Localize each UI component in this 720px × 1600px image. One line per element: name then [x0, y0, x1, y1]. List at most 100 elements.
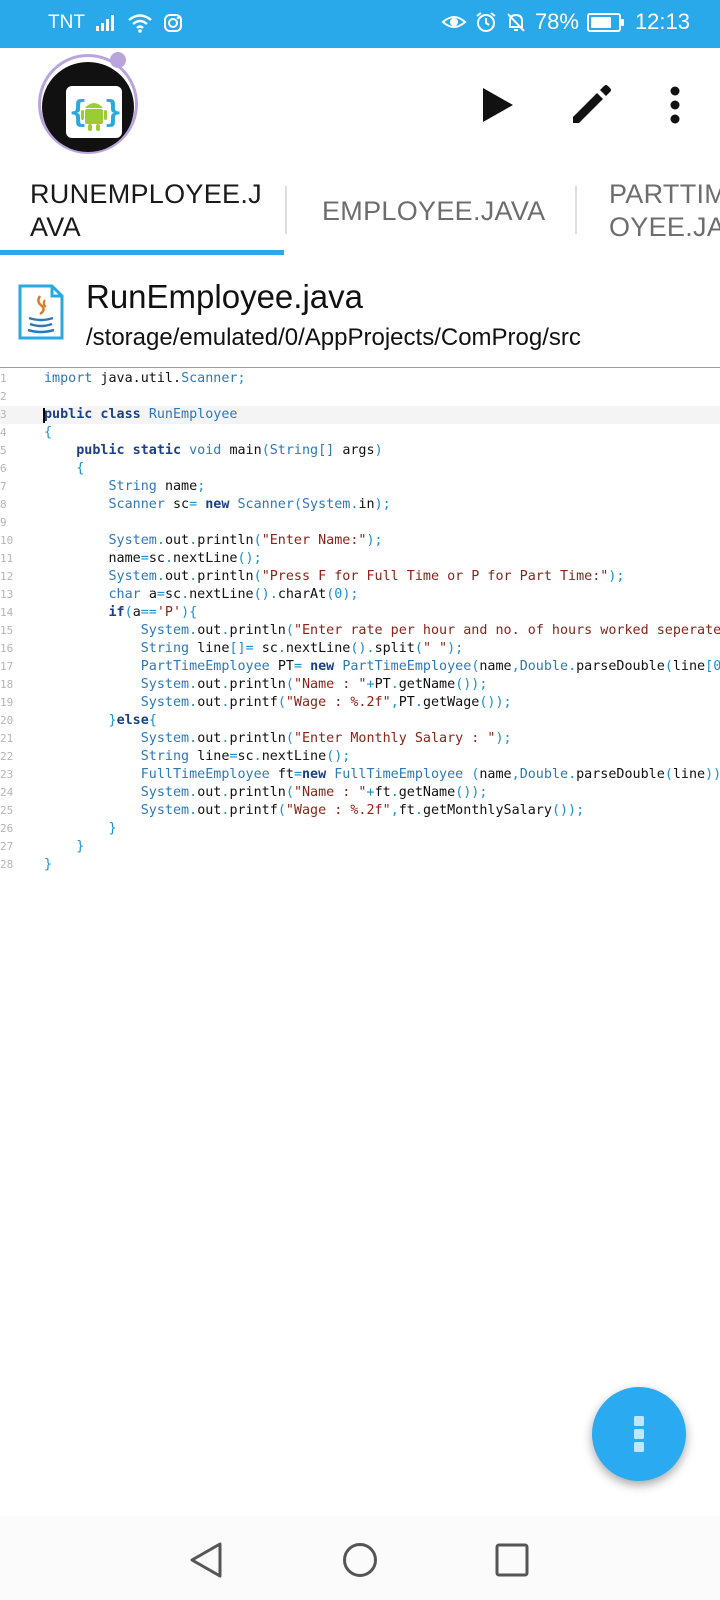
code-text: System.out.printf("Wage : %.2f",ft.getMo… — [140, 803, 585, 818]
floating-action-button[interactable] — [592, 1387, 686, 1481]
line-number: 25 — [0, 804, 14, 817]
code-text: String line[]= sc.nextLine().split(" "); — [140, 641, 464, 656]
edit-button[interactable] — [564, 78, 618, 132]
recents-icon — [495, 1543, 529, 1577]
run-button[interactable] — [470, 78, 524, 132]
line-number: 7 — [0, 480, 7, 493]
carrier-label: TNT — [48, 12, 85, 33]
battery-percent: 78% — [534, 9, 579, 34]
code-text: { — [44, 425, 53, 440]
line-number: 18 — [0, 678, 14, 691]
battery-icon — [586, 12, 624, 32]
file-path: /storage/emulated/0/AppProjects/ComProg/… — [86, 324, 581, 351]
code-line: 16 String line[]= sc.nextLine().split(" … — [0, 640, 720, 658]
line-number: 5 — [0, 444, 7, 457]
file-name: RunEmployee.java — [86, 278, 363, 315]
run-icon — [483, 88, 513, 122]
code-text: FullTimeEmployee ft=new FullTimeEmployee… — [140, 767, 720, 782]
tab-divider — [575, 186, 577, 234]
line-number: 24 — [0, 786, 14, 799]
code-text: Scanner sc= new Scanner(System.in); — [108, 497, 391, 512]
tab-label-line1: EMPLOYEE.JAVA — [322, 195, 546, 226]
code-line: 8 Scanner sc= new Scanner(System.in); — [0, 496, 720, 514]
line-number: 14 — [0, 606, 14, 619]
line-number: 15 — [0, 624, 14, 637]
code-line: 14 if(a=='P'){ — [0, 604, 720, 622]
tab-label-line2: OYEE.JA — [609, 212, 720, 242]
line-number: 26 — [0, 822, 14, 835]
battery-fill — [590, 16, 611, 28]
line-number: 10 — [0, 534, 14, 547]
code-line: 15 System.out.println("Enter rate per ho… — [0, 622, 720, 640]
code-text: char a=sc.nextLine().charAt(0); — [108, 587, 359, 602]
status-left: TNT — [48, 12, 183, 34]
code-line: 1 import java.util.Scanner; — [0, 370, 720, 388]
line-number: 22 — [0, 750, 14, 763]
line-number: 23 — [0, 768, 14, 781]
more-options-button[interactable] — [648, 78, 702, 132]
code-text: }else{ — [108, 713, 157, 728]
code-line: 19 System.out.printf("Wage : %.2f",PT.ge… — [0, 694, 720, 712]
recents-button[interactable] — [490, 1538, 534, 1582]
code-editor[interactable]: 1 import java.util.Scanner; 2 3 public cla… — [0, 370, 720, 874]
line-number: 2 — [0, 390, 7, 403]
code-line: 6 { — [0, 460, 720, 478]
code-line: 22 String line=sc.nextLine(); — [0, 748, 720, 766]
line-number: 6 — [0, 462, 7, 475]
back-icon — [190, 1542, 222, 1578]
code-line-current: 3 public class RunEmployee — [0, 406, 720, 424]
code-line: 9 — [0, 514, 720, 532]
line-number: 4 — [0, 426, 7, 439]
logo-dot — [110, 52, 126, 68]
tab-parttimeemployee[interactable]: PARTTIM OYEE.JA — [609, 166, 720, 256]
line-number: 9 — [0, 516, 7, 529]
code-line: 7 String name; — [0, 478, 720, 496]
tab-runemployee[interactable]: RUNEMPLOYEE.J AVA — [30, 166, 262, 256]
code-line: 20 }else{ — [0, 712, 720, 730]
tab-label-line1: PARTTIM — [609, 179, 720, 209]
code-line: 25 System.out.printf("Wage : %.2f",ft.ge… — [0, 802, 720, 820]
home-button[interactable] — [338, 1538, 382, 1582]
tab-employee[interactable]: EMPLOYEE.JAVA — [322, 166, 545, 256]
code-line: 17 PartTimeEmployee PT= new PartTimeEmpl… — [0, 658, 720, 676]
code-text: if(a=='P'){ — [108, 605, 198, 620]
code-line: 5 public static void main(String[] args) — [0, 442, 720, 460]
wifi-icon — [127, 13, 153, 33]
line-number: 21 — [0, 732, 14, 745]
code-text: } — [44, 857, 53, 872]
line-number: 8 — [0, 498, 7, 511]
home-icon — [343, 1543, 377, 1577]
line-number: 27 — [0, 840, 14, 853]
back-button[interactable] — [184, 1538, 228, 1582]
line-number: 13 — [0, 588, 14, 601]
line-number: 16 — [0, 642, 14, 655]
line-number: 1 — [0, 372, 7, 385]
tab-divider — [285, 186, 287, 234]
code-text: System.out.printf("Wage : %.2f",PT.getWa… — [140, 695, 512, 710]
code-text: { — [76, 461, 85, 476]
code-text: public class RunEmployee — [44, 407, 238, 422]
tab-label-line2: AVA — [30, 212, 81, 242]
tab-label-line1: RUNEMPLOYEE.J — [30, 179, 262, 209]
line-number: 19 — [0, 696, 14, 709]
code-line: 12 System.out.println("Press F for Full … — [0, 568, 720, 586]
code-line: 24 System.out.println("Name : "+ft.getNa… — [0, 784, 720, 802]
line-number: 3 — [0, 408, 7, 421]
code-text: String name; — [108, 479, 206, 494]
eye-icon — [441, 12, 467, 32]
code-text: import java.util.Scanner; — [44, 371, 246, 386]
code-line: 26 } — [0, 820, 720, 838]
header-divider — [0, 367, 720, 368]
file-tabs: RUNEMPLOYEE.J AVA EMPLOYEE.JAVA PARTTIM OY… — [0, 166, 720, 256]
code-text: public static void main(String[] args) — [76, 443, 383, 458]
line-number: 17 — [0, 660, 14, 673]
android-icon: { } — [66, 86, 122, 138]
alarm-icon — [475, 11, 497, 33]
code-line: 23 FullTimeEmployee ft=new FullTimeEmplo… — [0, 766, 720, 784]
code-line: 28} — [0, 856, 720, 874]
instagram-icon — [163, 13, 183, 33]
code-line: 18 System.out.println("Name : "+PT.getNa… — [0, 676, 720, 694]
code-line: 11 name=sc.nextLine(); — [0, 550, 720, 568]
logo-background: { } — [42, 62, 134, 152]
line-number: 20 — [0, 714, 14, 727]
